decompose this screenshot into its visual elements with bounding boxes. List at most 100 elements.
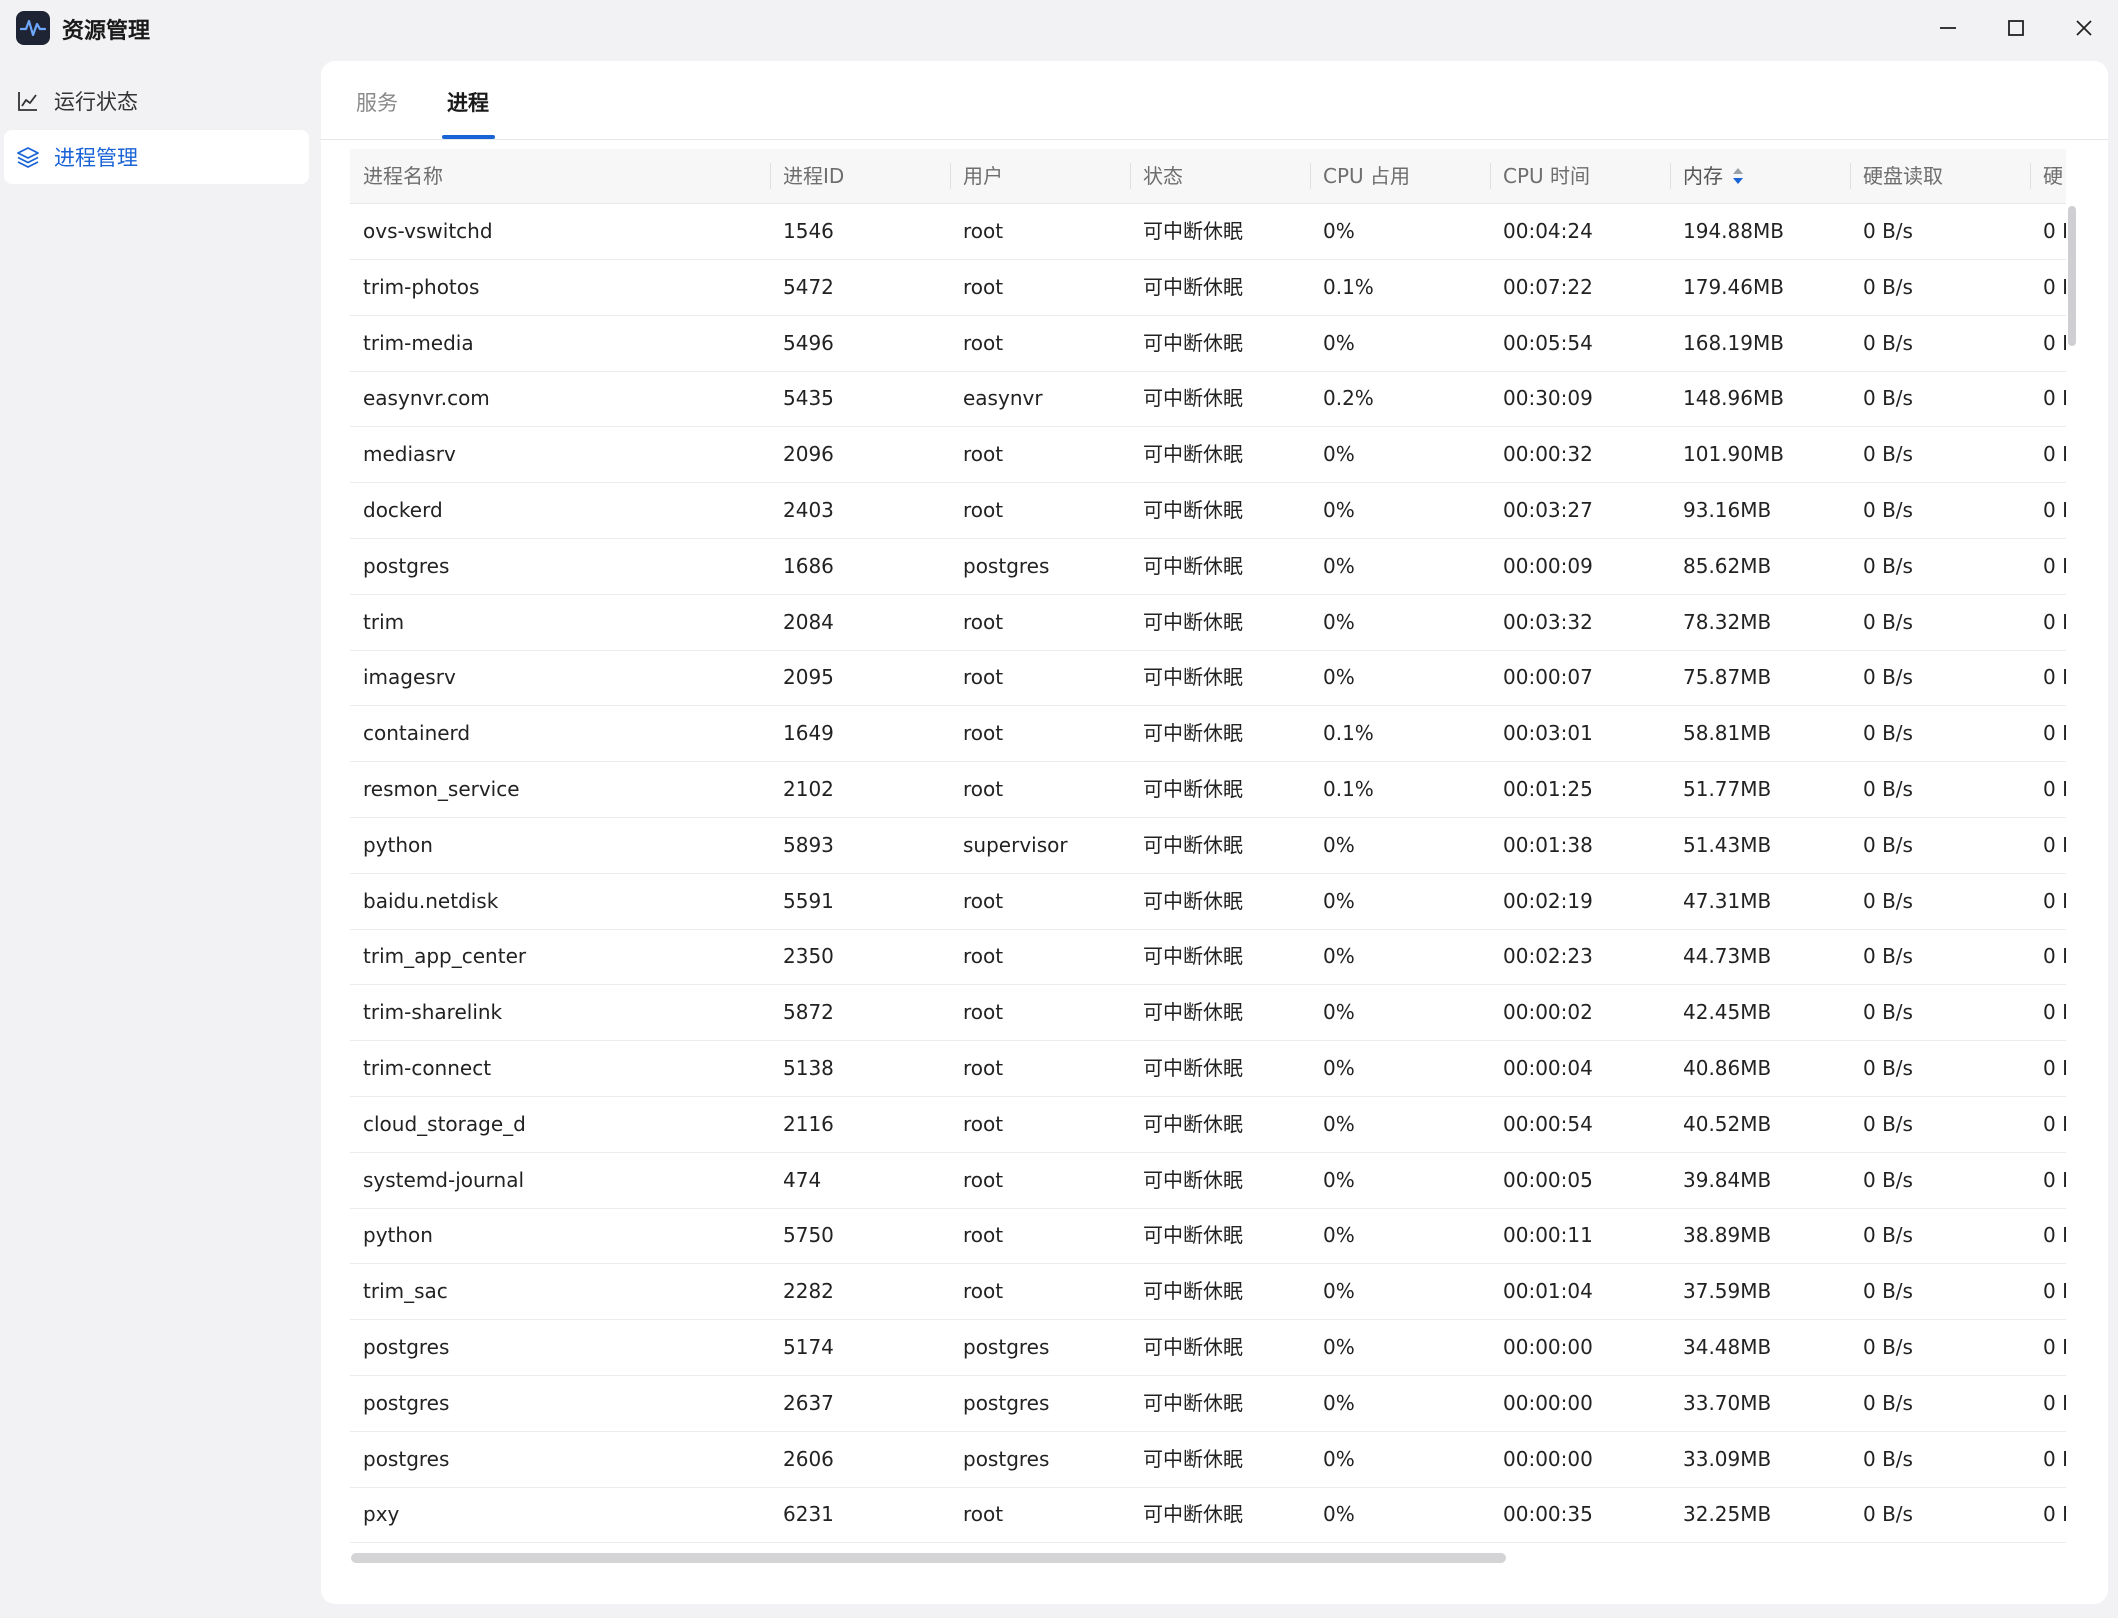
cell-disk-read: 0 B/s	[1863, 330, 1913, 355]
column-header-cpu-usage[interactable]: CPU 占用	[1323, 149, 1410, 203]
cell-disk-read: 0 B/s	[1863, 888, 1913, 913]
cell-cpu-time: 00:02:23	[1503, 944, 1593, 969]
cell-process-id: 2403	[783, 498, 834, 522]
column-header-user[interactable]: 用户	[963, 149, 1003, 203]
table-row[interactable]: baidu.netdisk 5591 root 可中断休眠 0% 00:02:19 47.3…	[350, 874, 2066, 930]
cell-process-name: trim-photos	[363, 274, 480, 299]
table-row[interactable]: python 5893 supervisor 可中断休眠 0% 00:01:38 51.43…	[350, 818, 2066, 874]
close-button[interactable]	[2056, 8, 2112, 48]
table-row[interactable]: pxy 6231 root 可中断休眠 0% 00:00:35 32.25MB 0 B/s 0 …	[350, 1487, 2066, 1544]
cell-user: root	[963, 888, 1004, 913]
column-header-memory[interactable]: 内存	[1683, 149, 1745, 203]
cell-user: root	[963, 721, 1004, 746]
cell-disk-write: 0 B	[2043, 442, 2066, 467]
cell-cpu-time: 00:00:09	[1503, 553, 1593, 578]
cell-cpu-time: 00:03:32	[1503, 609, 1593, 634]
process-table: 进程名称 进程ID 用户 状态 CPU 占用 CPU 时间 内存 硬盘读取 硬	[350, 149, 2066, 1559]
cell-cpu-time: 00:05:54	[1503, 330, 1593, 355]
cell-status: 可中断休眠	[1143, 1279, 1243, 1304]
table-row[interactable]: trim_app_center 2350 root 可中断休眠 0% 00:02:23 44…	[350, 929, 2066, 986]
table-row[interactable]: containerd 1649 root 可中断休眠 0.1% 00:03:01 58.81…	[350, 706, 2066, 763]
table-row[interactable]: postgres 1686 postgres 可中断休眠 0% 00:00:09 85.62…	[350, 539, 2066, 595]
table-row[interactable]: python 5750 root 可中断休眠 0% 00:00:11 38.89MB 0 B/…	[350, 1208, 2066, 1265]
active-tab-indicator	[442, 135, 495, 139]
cell-cpu-time: 00:02:19	[1503, 888, 1593, 913]
cell-cpu-time: 00:00:00	[1503, 1390, 1593, 1415]
cell-status: 可中断休眠	[1143, 1502, 1243, 1527]
cell-process-name: trim-media	[363, 330, 474, 355]
table-row[interactable]: trim-media 5496 root 可中断休眠 0% 00:05:54 168.19M…	[350, 316, 2066, 372]
table-row[interactable]: systemd-journal 474 root 可中断休眠 0% 00:00:05 39.…	[350, 1153, 2066, 1209]
cell-cpu-time: 00:00:00	[1503, 1446, 1593, 1471]
cell-cpu-time: 00:00:00	[1503, 1335, 1593, 1359]
tab-processes[interactable]: 进程	[447, 87, 489, 117]
cell-cpu-usage: 0%	[1323, 888, 1355, 913]
cell-disk-read: 0 B/s	[1863, 1502, 1913, 1527]
cell-disk-read: 0 B/s	[1863, 944, 1913, 969]
table-row[interactable]: easynvr.com 5435 easynvr 可中断休眠 0.2% 00:30:09 1…	[350, 371, 2066, 428]
column-header-pid[interactable]: 进程ID	[783, 149, 844, 203]
table-row[interactable]: postgres 5174 postgres 可中断休眠 0% 00:00:00 34.48…	[350, 1320, 2066, 1376]
cell-disk-read: 0 B/s	[1863, 832, 1913, 857]
title-bar: 资源管理	[0, 0, 2118, 56]
column-divider[interactable]	[770, 163, 771, 189]
cell-disk-read: 0 B/s	[1863, 721, 1913, 746]
maximize-button[interactable]	[1988, 8, 2044, 48]
cell-process-id: 5138	[783, 1056, 834, 1080]
column-header-cpu-time[interactable]: CPU 时间	[1503, 149, 1590, 203]
column-header-disk-read[interactable]: 硬盘读取	[1863, 149, 1943, 203]
cell-process-id: 2116	[783, 1111, 834, 1136]
cell-status: 可中断休眠	[1143, 777, 1243, 801]
table-row[interactable]: trim 2084 root 可中断休眠 0% 00:03:32 78.32MB 0 B/s 0…	[350, 595, 2066, 651]
column-divider[interactable]	[1310, 163, 1311, 189]
sidebar-item-process-management[interactable]: 进程管理	[4, 130, 309, 184]
cell-process-name: trim-connect	[363, 1056, 492, 1080]
table-row[interactable]: postgres 2606 postgres 可中断休眠 0% 00:00:00 33.09…	[350, 1432, 2066, 1488]
cell-user: root	[963, 777, 1004, 801]
cell-user: postgres	[963, 553, 1050, 578]
cell-user: root	[963, 665, 1004, 690]
column-header-status[interactable]: 状态	[1143, 149, 1183, 203]
cell-cpu-usage: 0.1%	[1323, 721, 1374, 746]
cell-status: 可中断休眠	[1143, 1056, 1243, 1080]
cell-process-name: postgres	[363, 1335, 450, 1359]
cell-process-id: 2637	[783, 1390, 834, 1415]
tab-services[interactable]: 服务	[356, 87, 398, 117]
cell-memory: 32.25MB	[1683, 1502, 1772, 1527]
cell-cpu-usage: 0%	[1323, 1279, 1355, 1304]
column-divider[interactable]	[1670, 163, 1671, 189]
table-row[interactable]: cloud_storage_d 2116 root 可中断休眠 0% 00:00:54 40…	[350, 1097, 2066, 1153]
table-row[interactable]: trim_sac 2282 root 可中断休眠 0% 00:01:04 37.59MB 0 …	[350, 1264, 2066, 1321]
sidebar-item-status[interactable]: 运行状态	[4, 74, 309, 128]
table-row[interactable]: ovs-vswitchd 1546 root 可中断休眠 0% 00:04:24 194.8…	[350, 204, 2066, 260]
column-header-disk-write[interactable]: 硬	[2043, 149, 2063, 203]
table-row[interactable]: trim-photos 5472 root 可中断休眠 0.1% 00:07:22 179.…	[350, 260, 2066, 316]
minimize-icon	[1940, 27, 1956, 29]
table-header: 进程名称 进程ID 用户 状态 CPU 占用 CPU 时间 内存 硬盘读取 硬	[350, 149, 2066, 204]
column-divider[interactable]	[2030, 163, 2031, 189]
cell-user: root	[963, 1111, 1004, 1136]
cell-user: postgres	[963, 1335, 1050, 1359]
column-divider[interactable]	[1130, 163, 1131, 189]
column-header-name[interactable]: 进程名称	[363, 149, 443, 203]
cell-memory: 78.32MB	[1683, 609, 1772, 634]
cell-cpu-usage: 0%	[1323, 1223, 1355, 1248]
table-row[interactable]: trim-connect 5138 root 可中断休眠 0% 00:00:04 40.86…	[350, 1041, 2066, 1097]
cell-process-id: 6231	[783, 1502, 834, 1527]
column-divider[interactable]	[1850, 163, 1851, 189]
cell-memory: 33.09MB	[1683, 1446, 1772, 1471]
cell-memory: 44.73MB	[1683, 944, 1772, 969]
cell-disk-write: 0 B	[2043, 219, 2066, 243]
table-row[interactable]: imagesrv 2095 root 可中断休眠 0% 00:00:07 75.87MB 0 …	[350, 650, 2066, 707]
table-row[interactable]: postgres 2637 postgres 可中断休眠 0% 00:00:00 33.70…	[350, 1376, 2066, 1432]
table-row[interactable]: dockerd 2403 root 可中断休眠 0% 00:03:27 93.16MB 0 B…	[350, 483, 2066, 539]
table-row[interactable]: resmon_service 2102 root 可中断休眠 0.1% 00:01:25 5…	[350, 762, 2066, 818]
vertical-scrollbar[interactable]	[2068, 206, 2076, 346]
table-row[interactable]: trim-sharelink 5872 root 可中断休眠 0% 00:00:02 42.…	[350, 985, 2066, 1042]
minimize-button[interactable]	[1920, 8, 1976, 48]
column-divider[interactable]	[1490, 163, 1491, 189]
cell-status: 可中断休眠	[1143, 1111, 1243, 1136]
table-row[interactable]: mediasrv 2096 root 可中断休眠 0% 00:00:32 101.90MB 0…	[350, 427, 2066, 484]
column-divider[interactable]	[950, 163, 951, 189]
horizontal-scrollbar[interactable]	[351, 1553, 1506, 1563]
